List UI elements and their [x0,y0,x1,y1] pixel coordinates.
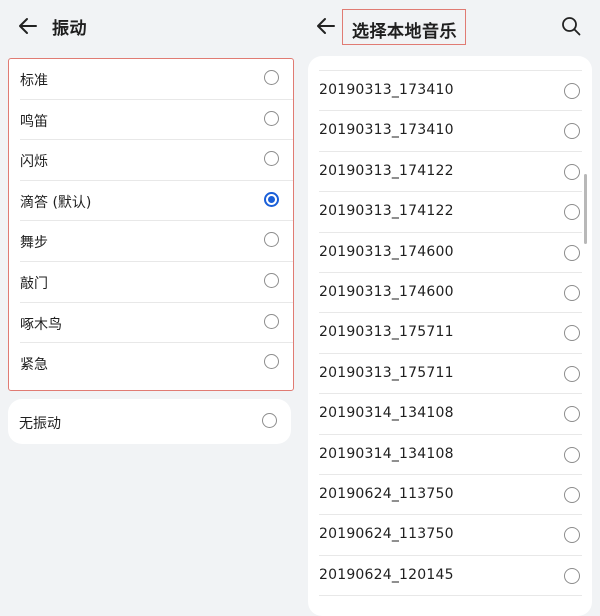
song-row[interactable]: 20190624_120145 [308,556,592,597]
scrollbar[interactable] [584,174,587,244]
radio-button[interactable] [264,232,279,248]
radio-button[interactable] [564,123,580,140]
vibration-option[interactable]: 舞步 [9,221,293,262]
radio-button[interactable] [264,313,279,329]
radio-button[interactable] [264,354,279,370]
vibration-panel: 振动 标准鸣笛闪烁滴答 (默认) 舞步敲门啄木鸟紧急 无振动 [0,0,300,600]
radio-button[interactable] [264,151,279,167]
song-row[interactable]: 20190624_113750 [308,515,592,556]
vibration-header: 振动 [0,0,300,52]
song-row[interactable]: 20190313_174122 [308,152,592,193]
song-row[interactable]: 20190313_173410 [308,71,592,112]
option-label: 紧急 [20,357,48,374]
radio-button[interactable] [564,527,580,544]
song-row[interactable]: 20190313_175711 [308,354,592,395]
radio-button[interactable] [564,567,580,584]
vibration-option[interactable]: 闪烁 [9,140,293,181]
radio-button[interactable] [564,284,580,301]
song-name: 20190313_175711 [319,364,454,381]
vibration-option[interactable]: 啄木鸟 [9,303,293,344]
song-row[interactable]: 20190314_134108 [308,394,592,435]
vibration-option[interactable]: 紧急 [9,343,293,384]
radio-button[interactable] [564,365,580,382]
song-row[interactable]: 20190313_174600 [308,233,592,273]
radio-button[interactable] [262,413,277,428]
song-name: 20190313_174122 [319,203,454,220]
song-row[interactable]: 20190313_174600 [308,273,592,314]
song-name: 20190313_175711 [319,324,454,341]
song-list[interactable]: 20190313_173410 20190313_173410 20190313_1… [308,56,592,616]
no-vibration-card: 无振动 [8,399,291,444]
page-title: 振动 [52,19,87,39]
music-header: 选择本地音乐 [300,0,600,52]
song-name: 20190313_174600 [319,283,454,300]
vibration-option[interactable]: 标准 [9,59,293,100]
option-label: 无振动 [19,416,61,432]
song-row[interactable]: 20190624_113750 [308,475,592,516]
back-arrow-icon[interactable] [16,13,42,39]
song-name: 20190624_113750 [319,526,454,543]
option-label: 闪烁 [20,154,48,171]
song-name: 20190314_134108 [319,445,454,462]
radio-button[interactable] [564,204,580,221]
song-name: 20190313_174122 [319,162,454,179]
radio-button[interactable] [564,446,580,463]
back-arrow-icon[interactable] [314,13,340,39]
radio-button[interactable] [564,486,580,503]
song-name: 20190624_113750 [319,485,454,502]
option-label: 舞步 [20,235,48,252]
song-name: 20190624_120145 [319,566,454,583]
song-name: 20190314_134108 [319,405,454,422]
option-label: 鸣笛 [20,113,48,130]
option-label: 啄木鸟 [20,316,62,333]
divider [319,595,582,597]
vibration-option[interactable]: 敲门 [9,262,293,303]
search-icon[interactable] [560,15,582,37]
vibration-options-card: 标准鸣笛闪烁滴答 (默认) 舞步敲门啄木鸟紧急 [8,58,294,391]
radio-button[interactable] [264,110,279,126]
song-name: 20190313_173410 [319,82,454,98]
song-row[interactable]: 20190313_173410 [308,111,592,152]
list-top-partial-row [308,56,592,71]
music-panel: 选择本地音乐 20190313_173410 20190313_173410 201… [300,0,600,616]
radio-button-selected[interactable] [264,191,279,207]
page-title: 选择本地音乐 [342,9,466,45]
option-label: 标准 [20,73,48,89]
song-row[interactable]: 20190313_175711 [308,313,592,354]
radio-button[interactable] [564,163,580,180]
radio-button[interactable] [264,70,279,85]
radio-button[interactable] [564,244,580,261]
radio-button[interactable] [564,83,580,99]
radio-button[interactable] [564,406,580,423]
radio-button[interactable] [264,272,279,288]
song-row[interactable]: 20190313_174122 [308,192,592,233]
option-label: 敲门 [20,275,48,292]
song-row[interactable]: 20190314_134108 [308,435,592,475]
vibration-option[interactable]: 滴答 (默认) [9,181,293,222]
radio-button[interactable] [564,325,580,342]
vibration-option[interactable]: 鸣笛 [9,100,293,141]
option-label: 滴答 (默认) [20,194,92,211]
no-vibration-option[interactable]: 无振动 [8,399,291,444]
song-name: 20190313_173410 [319,122,454,139]
song-name: 20190313_174600 [319,243,454,260]
